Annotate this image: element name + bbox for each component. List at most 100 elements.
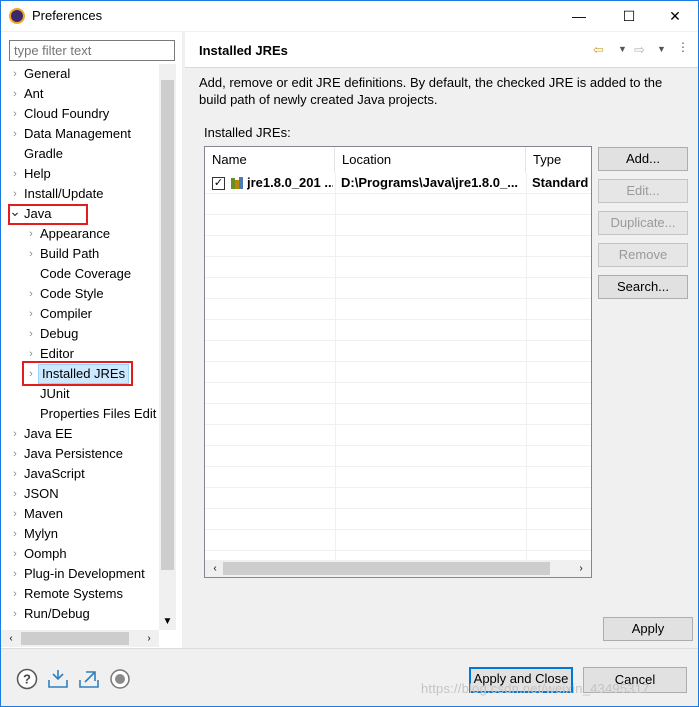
- chevron-right-icon[interactable]: ›: [9, 464, 21, 484]
- tree-horizontal-scrollbar[interactable]: ‹ ›: [1, 630, 159, 647]
- chevron-right-icon[interactable]: ›: [25, 244, 37, 264]
- record-icon[interactable]: [109, 668, 131, 690]
- chevron-right-icon[interactable]: ›: [573, 560, 589, 577]
- tree-item[interactable]: › Oomph: [9, 544, 159, 564]
- table-horizontal-scrollbar[interactable]: ‹ ›: [205, 560, 591, 577]
- column-header-location[interactable]: Location: [335, 147, 526, 173]
- tree-item[interactable]: › General: [9, 64, 159, 84]
- tree-item[interactable]: › Remote Systems: [9, 584, 159, 604]
- tree-item-label: Code Style: [40, 286, 104, 301]
- column-header-name[interactable]: Name: [205, 147, 335, 173]
- tree-item[interactable]: Gradle: [9, 144, 159, 164]
- column-header-type[interactable]: Type: [526, 147, 591, 173]
- tree-item-label: Data Management: [24, 126, 131, 141]
- row-divider: [205, 298, 591, 299]
- tree-item[interactable]: › Data Management: [9, 124, 159, 144]
- chevron-right-icon[interactable]: ›: [9, 444, 21, 464]
- tree-item[interactable]: › Appearance: [25, 224, 159, 244]
- close-icon[interactable]: ✕: [652, 1, 698, 31]
- search-button[interactable]: Search...: [598, 275, 688, 299]
- chevron-right-icon[interactable]: ›: [9, 544, 21, 564]
- apply-button[interactable]: Apply: [603, 617, 693, 641]
- chevron-right-icon[interactable]: ›: [9, 64, 21, 84]
- chevron-right-icon[interactable]: ›: [25, 224, 37, 244]
- tree-item[interactable]: › Maven: [9, 504, 159, 524]
- tree-item[interactable]: › JavaScript: [9, 464, 159, 484]
- tree-item[interactable]: › Mylyn: [9, 524, 159, 544]
- edit-button[interactable]: Edit...: [598, 179, 688, 203]
- scroll-thumb[interactable]: [161, 80, 174, 570]
- chevron-right-icon[interactable]: ›: [9, 604, 21, 624]
- chevron-right-icon[interactable]: ›: [9, 424, 21, 444]
- row-divider: [205, 466, 591, 467]
- jre-table[interactable]: Name Location Type ✓ jre1.8.0_201 ... D:…: [204, 146, 592, 578]
- tree-vertical-scrollbar[interactable]: ▼: [159, 64, 176, 630]
- row-divider: [205, 529, 591, 530]
- forward-arrow-icon[interactable]: ⇨: [634, 42, 645, 58]
- preferences-navigation: ›General›Ant›Cloud Foundry›Data Manageme…: [1, 32, 182, 648]
- tree-item[interactable]: › Help: [9, 164, 159, 184]
- tree-item[interactable]: › Cloud Foundry: [9, 104, 159, 124]
- tree-item[interactable]: Code Coverage: [25, 264, 159, 284]
- chevron-down-icon[interactable]: ▼: [159, 614, 176, 630]
- help-icon[interactable]: ?: [16, 668, 38, 690]
- tree-item[interactable]: › Compiler: [25, 304, 159, 324]
- chevron-right-icon[interactable]: ›: [9, 524, 21, 544]
- chevron-right-icon[interactable]: ›: [9, 84, 21, 104]
- chevron-right-icon[interactable]: ›: [25, 324, 37, 344]
- remove-button[interactable]: Remove: [598, 243, 688, 267]
- chevron-down-icon[interactable]: ▼: [618, 44, 627, 54]
- more-options-icon[interactable]: ⋮: [677, 40, 689, 54]
- java-highlight-box: [8, 204, 88, 225]
- jre-checkbox[interactable]: ✓: [212, 177, 225, 190]
- tree-item-label: Ant: [24, 86, 44, 101]
- jre-name-cell[interactable]: jre1.8.0_201 ...: [247, 173, 333, 193]
- chevron-right-icon[interactable]: ›: [9, 184, 21, 204]
- tree-item[interactable]: › Java EE: [9, 424, 159, 444]
- scroll-thumb[interactable]: [21, 632, 129, 645]
- chevron-right-icon[interactable]: ›: [141, 630, 157, 647]
- tree-item-label: JSON: [24, 486, 59, 501]
- column-divider: [526, 173, 527, 563]
- chevron-right-icon[interactable]: ›: [9, 584, 21, 604]
- tree-item-label: Remote Systems: [24, 586, 123, 601]
- jre-type-cell[interactable]: Standard: [532, 173, 591, 193]
- minimize-icon[interactable]: —: [556, 1, 602, 31]
- tree-item[interactable]: › Build Path: [25, 244, 159, 264]
- tree-item[interactable]: › Code Style: [25, 284, 159, 304]
- back-arrow-icon[interactable]: ⇦: [593, 42, 604, 58]
- chevron-right-icon[interactable]: ›: [9, 124, 21, 144]
- chevron-right-icon[interactable]: ›: [9, 504, 21, 524]
- tree-item[interactable]: Properties Files Edit: [25, 404, 159, 424]
- tree-item[interactable]: › Ant: [9, 84, 159, 104]
- column-divider: [335, 173, 336, 563]
- chevron-right-icon[interactable]: ›: [9, 164, 21, 184]
- filter-input[interactable]: [9, 40, 175, 61]
- tree-item[interactable]: › Run/Debug: [9, 604, 159, 624]
- add-button[interactable]: Add...: [598, 147, 688, 171]
- tree-item[interactable]: › Debug: [25, 324, 159, 344]
- tree-item-label: Cloud Foundry: [24, 106, 110, 121]
- import-icon[interactable]: [47, 668, 69, 690]
- chevron-right-icon[interactable]: ›: [9, 484, 21, 504]
- tree-item[interactable]: JUnit: [25, 384, 159, 404]
- tree-item[interactable]: › Plug-in Development: [9, 564, 159, 584]
- tree-item-label: Properties Files Edit: [40, 406, 157, 421]
- export-icon[interactable]: [78, 668, 100, 690]
- chevron-right-icon[interactable]: ›: [25, 304, 37, 324]
- chevron-left-icon[interactable]: ‹: [207, 560, 223, 577]
- tree-item[interactable]: › JSON: [9, 484, 159, 504]
- chevron-left-icon[interactable]: ‹: [3, 630, 19, 647]
- jre-location-cell[interactable]: D:\Programs\Java\jre1.8.0_...: [341, 173, 521, 193]
- tree-item[interactable]: › Install/Update: [9, 184, 159, 204]
- chevron-right-icon[interactable]: ›: [9, 564, 21, 584]
- chevron-right-icon[interactable]: ›: [25, 284, 37, 304]
- chevron-down-icon[interactable]: ▼: [657, 44, 666, 54]
- row-divider: [205, 235, 591, 236]
- svg-text:?: ?: [23, 672, 31, 687]
- duplicate-button[interactable]: Duplicate...: [598, 211, 688, 235]
- tree-item[interactable]: › Java Persistence: [9, 444, 159, 464]
- chevron-right-icon[interactable]: ›: [9, 104, 21, 124]
- scroll-thumb[interactable]: [223, 562, 550, 575]
- maximize-icon[interactable]: ☐: [606, 1, 652, 31]
